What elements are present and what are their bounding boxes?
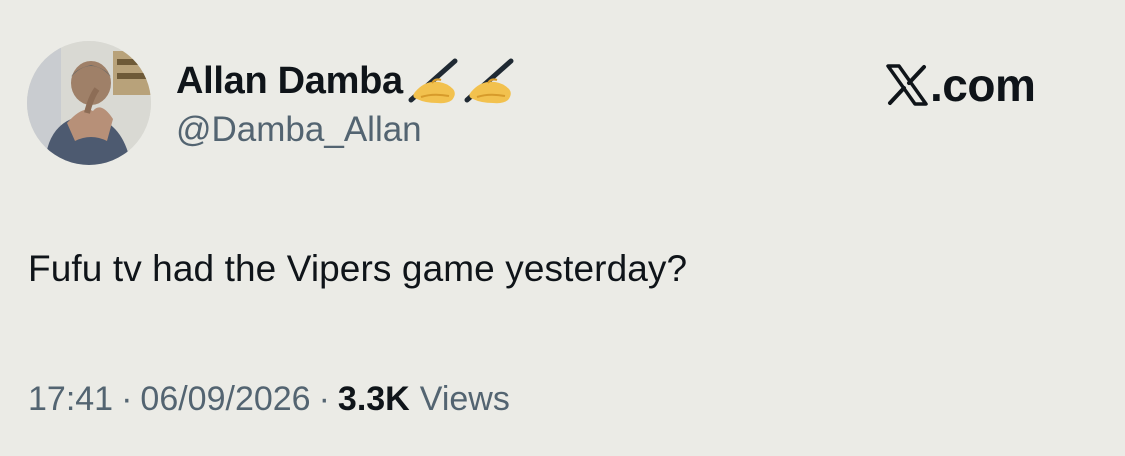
views-count: 3.3K <box>337 380 410 418</box>
display-name[interactable]: Allan Damba <box>176 60 403 103</box>
tweet-text: Fufu tv had the Vipers game yesterday? <box>28 248 688 289</box>
user-handle[interactable]: @Damba_Allan <box>176 110 422 150</box>
meta-separator: · <box>318 380 330 418</box>
tweet-card: Allan Damba @Damba_Allan .com Fufu tv ha… <box>0 0 1125 456</box>
logo-suffix: .com <box>930 59 1036 111</box>
x-logo-icon <box>886 64 928 106</box>
tweet-meta: 17:41 · 06/09/2026 · 3.3K Views <box>28 380 510 419</box>
writing-hand-icon <box>408 58 458 104</box>
meta-separator: · <box>121 380 133 418</box>
x-logo[interactable]: .com <box>885 58 1036 112</box>
views-label: Views <box>419 380 510 418</box>
tweet-time[interactable]: 17:41 <box>28 380 113 419</box>
avatar-photo <box>27 41 151 165</box>
avatar[interactable] <box>27 41 151 165</box>
name-row: Allan Damba <box>176 58 517 104</box>
name-emojis <box>405 58 517 104</box>
tweet-date[interactable]: 06/09/2026 <box>140 380 310 419</box>
writing-hand-icon <box>464 58 514 104</box>
